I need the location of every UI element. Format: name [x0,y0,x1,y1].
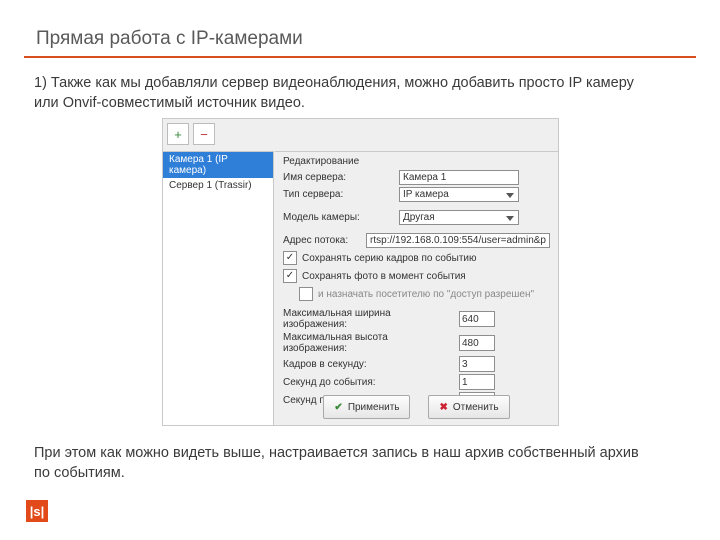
pre-seconds-label: Секунд до события: [283,377,453,388]
page-title: Прямая работа с IP-камерами [36,28,303,50]
apply-button[interactable]: ✔ Применить [323,395,410,419]
cancel-icon: ✖ [439,402,447,413]
camera-form: Редактирование Имя сервера: Камера 1 Тип… [275,151,558,425]
brand-logo: |s| [26,500,48,522]
server-type-select[interactable]: IP камера [399,187,519,202]
stream-url-label: Адрес потока: [283,235,360,246]
server-name-input[interactable]: Камера 1 [399,170,519,185]
checkbox-icon [299,287,313,301]
server-type-label: Тип сервера: [283,189,393,200]
fps-input[interactable]: 3 [459,356,495,372]
add-icon[interactable]: + [167,123,189,145]
checkbox-label: Сохранять фото в момент события [302,271,466,282]
server-list[interactable]: Камера 1 (IP камера) Сервер 1 (Trassir) [163,151,274,425]
camera-model-label: Модель камеры: [283,212,393,223]
title-divider [24,56,696,58]
camera-model-select[interactable]: Другая [399,210,519,225]
save-series-checkbox[interactable]: ✓ Сохранять серию кадров по событию [275,249,558,267]
checkbox-label: и назначать посетителю по "доступ разреш… [318,289,534,300]
intro-paragraph: 1) Также как мы добавляли сервер видеона… [34,74,650,113]
server-name-label: Имя сервера: [283,172,393,183]
button-label: Применить [348,402,400,413]
fps-label: Кадров в секунду: [283,359,453,370]
button-label: Отменить [453,402,499,413]
max-height-input[interactable]: 480 [459,335,495,351]
checkbox-label: Сохранять серию кадров по событию [302,253,477,264]
checkbox-icon: ✓ [283,269,297,283]
assign-visitor-checkbox[interactable]: и назначать посетителю по "доступ разреш… [275,285,558,303]
list-item[interactable]: Камера 1 (IP камера) [163,152,273,178]
settings-screenshot: + − Камера 1 (IP камера) Сервер 1 (Trass… [162,118,559,426]
max-width-input[interactable]: 640 [459,311,495,327]
cancel-button[interactable]: ✖ Отменить [428,395,509,419]
check-icon: ✔ [334,402,342,413]
pre-seconds-input[interactable]: 1 [459,374,495,390]
checkbox-icon: ✓ [283,251,297,265]
max-width-label: Максимальная ширина изображения: [283,308,453,330]
footnote-paragraph: При этом как можно видеть выше, настраив… [34,444,650,483]
max-height-label: Максимальная высота изображения: [283,332,453,354]
section-heading: Редактирование [275,152,558,169]
stream-url-input[interactable]: rtsp://192.168.0.109:554/user=admin&p [366,233,550,248]
list-item[interactable]: Сервер 1 (Trassir) [163,178,273,193]
save-photo-checkbox[interactable]: ✓ Сохранять фото в момент события [275,267,558,285]
remove-icon[interactable]: − [193,123,215,145]
